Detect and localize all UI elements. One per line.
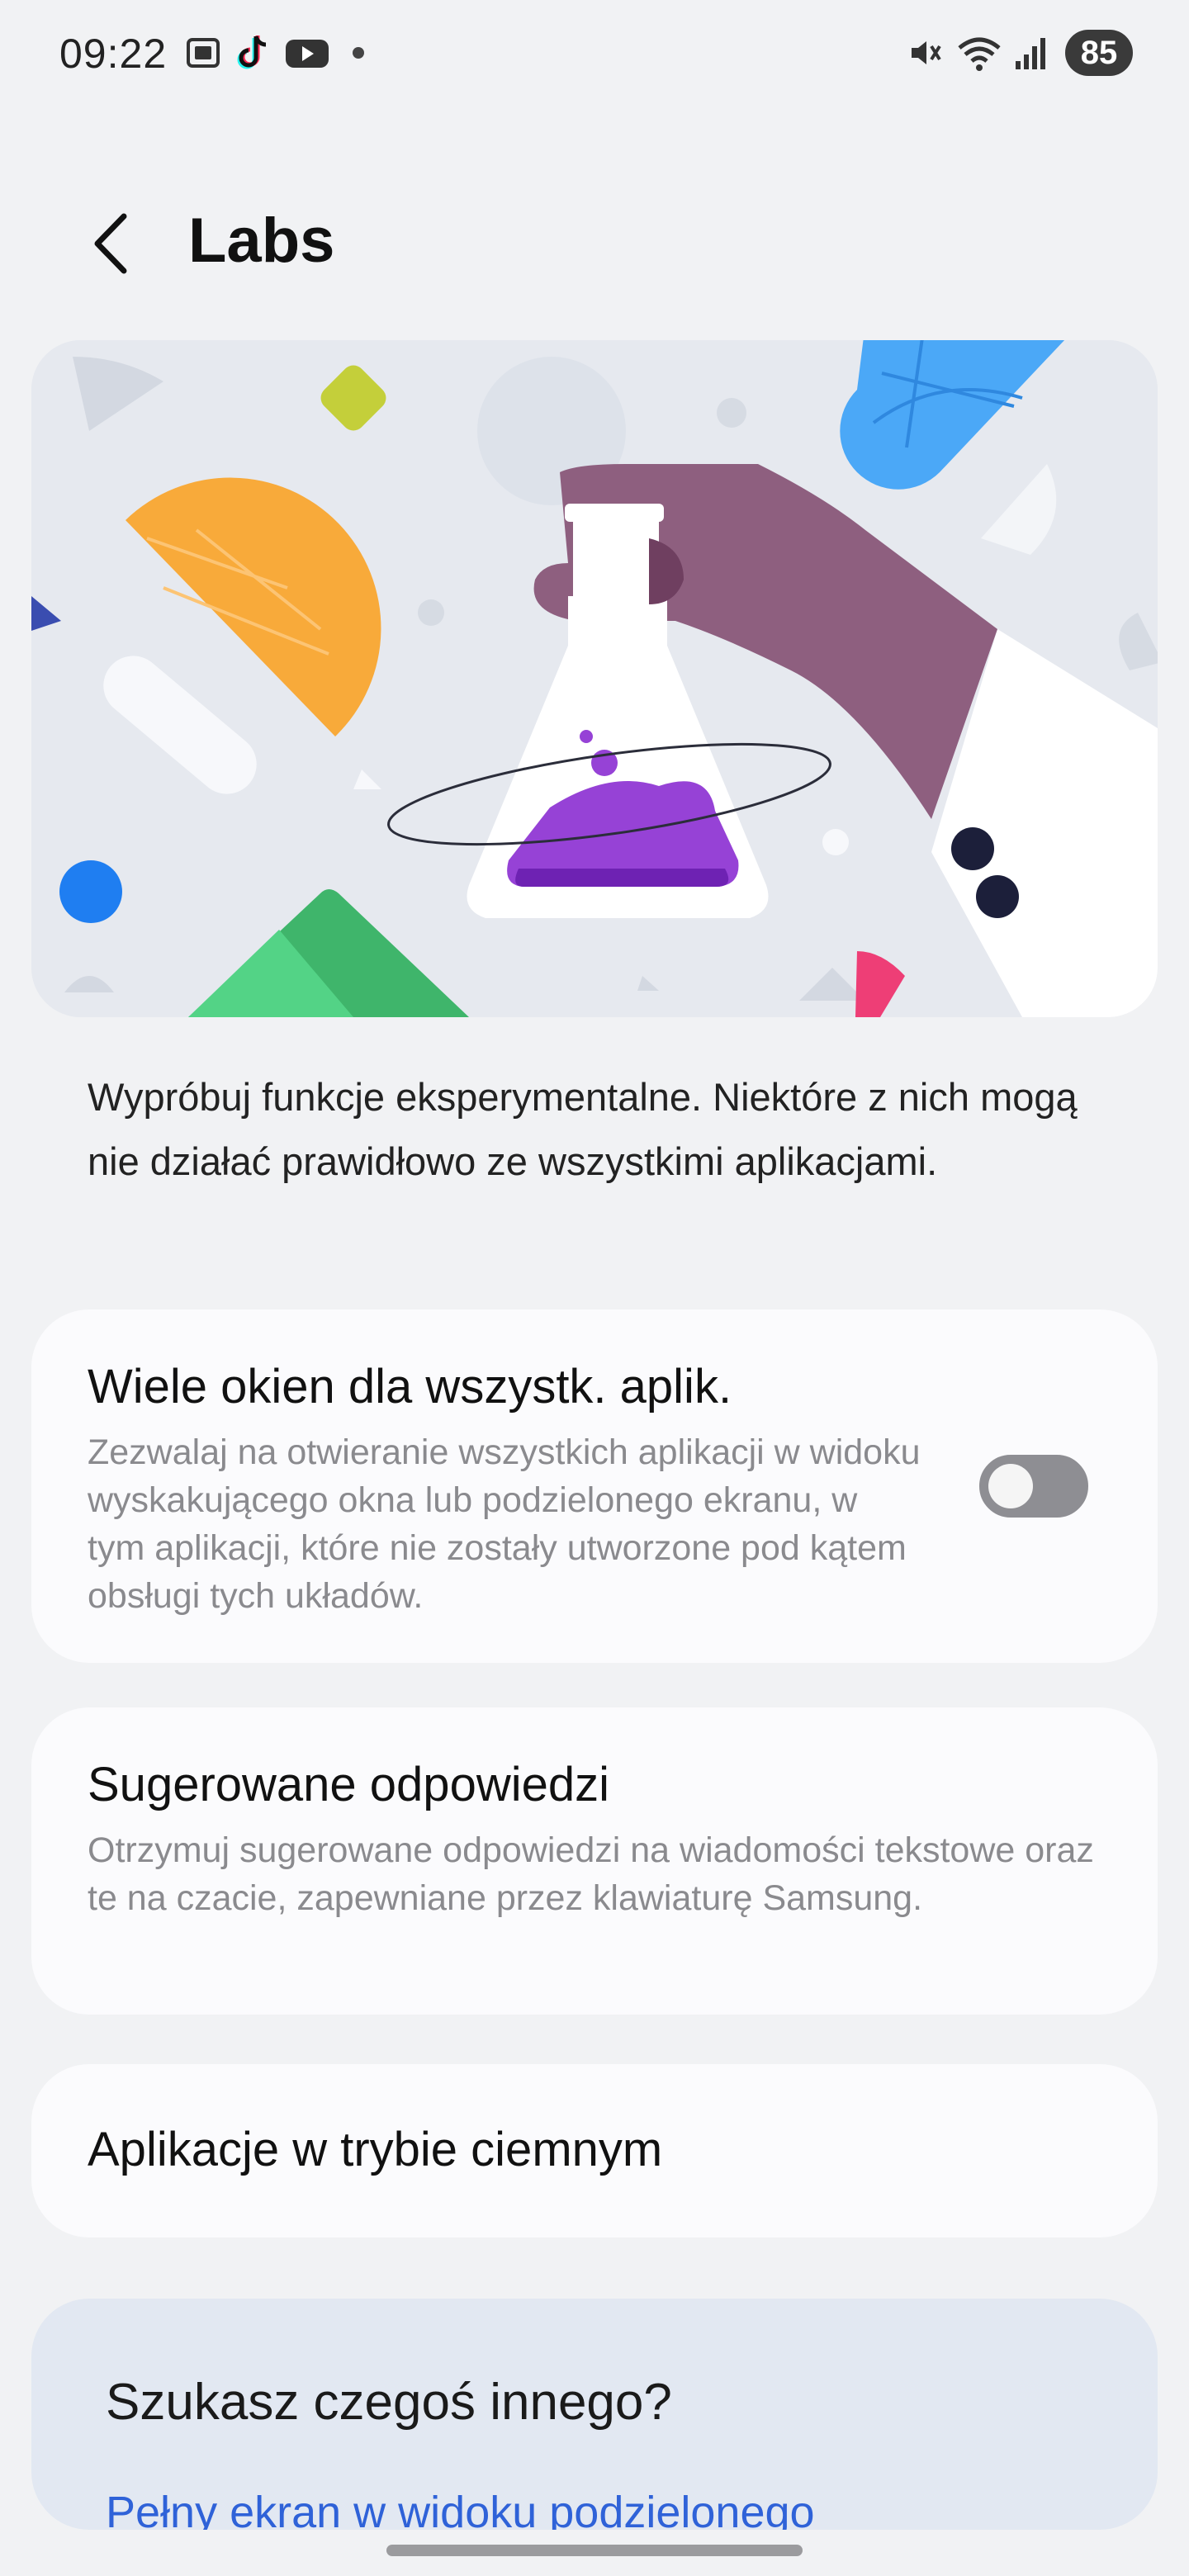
page-title: Labs [188, 206, 335, 276]
youtube-icon [286, 40, 329, 68]
setting-title: Sugerowane odpowiedzi [88, 1758, 609, 1811]
labs-screen: 09:22 85 Labs Wypróbuj funkcje eksperyme… [0, 0, 1189, 2576]
labs-hero-illustration [31, 340, 1158, 1017]
flask-illustration [31, 340, 1158, 1017]
setting-subtitle: Otrzymuj sugerowane odpowiedzi na wiadom… [88, 1830, 1094, 1918]
setting-title: Wiele okien dla wszystk. aplik. [88, 1360, 732, 1413]
setting-dark-mode-apps-card[interactable]: Aplikacje w trybie ciemnym [31, 2064, 1158, 2237]
looking-for-title: Szukasz czegoś innego? [106, 2374, 672, 2431]
multi-window-toggle[interactable] [979, 1455, 1088, 1518]
setting-title: Aplikacje w trybie ciemnym [88, 2123, 663, 2176]
setting-multi-window-card[interactable]: Wiele okien dla wszystk. aplik. Zezwalaj… [31, 1309, 1158, 1663]
dot-icon [353, 47, 364, 59]
setting-subtitle: Zezwalaj na otwieranie wszystkich aplika… [88, 1432, 921, 1616]
toggle-knob [988, 1464, 1033, 1508]
looking-for-something-else-card: Szukasz czegoś innego? Pełny ekran w wid… [31, 2299, 1158, 2530]
related-setting-link[interactable]: Pełny ekran w widoku podzielonego [106, 2487, 815, 2530]
status-bar: 09:22 85 [0, 0, 1189, 107]
setting-suggested-replies-card[interactable]: Sugerowane odpowiedzi Otrzymuj sugerowan… [31, 1707, 1158, 2015]
battery-indicator: 85 [1065, 30, 1133, 76]
screenshot-icon [187, 38, 220, 68]
labs-description: Wypróbuj funkcje eksperymentalne. Niektó… [88, 1075, 1078, 1183]
wifi-icon [958, 37, 1001, 71]
tiktok-icon [237, 36, 267, 69]
signal-icon [1016, 38, 1045, 69]
home-indicator[interactable] [386, 2545, 803, 2556]
status-time: 09:22 [59, 31, 168, 77]
mute-icon [912, 41, 941, 64]
back-button[interactable] [79, 206, 145, 281]
